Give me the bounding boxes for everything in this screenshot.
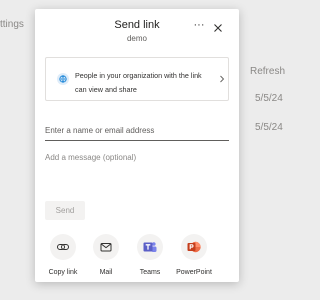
dialog-title: Send link [114, 19, 160, 31]
send-link-dialog: Send link demo ··· People in your organi… [35, 9, 239, 282]
link-icon [50, 234, 76, 260]
mail-label: Mail [99, 269, 113, 276]
mail-icon [93, 234, 119, 260]
refresh-date-cell: 5/5/24 [255, 93, 283, 104]
powerpoint-icon [181, 234, 207, 260]
globe-icon [57, 73, 69, 85]
chevron-right-icon [220, 75, 225, 83]
teams-label: Teams [139, 269, 161, 276]
send-button[interactable]: Send [45, 201, 85, 220]
link-permission-text: People in your organization with the lin… [75, 71, 202, 94]
dialog-subtitle: demo [126, 34, 147, 43]
close-icon [214, 24, 222, 32]
more-icon: ··· [193, 19, 205, 31]
powerpoint-option[interactable]: PowerPoint [169, 234, 219, 280]
message-input[interactable] [45, 153, 229, 193]
link-permission-selector[interactable]: People in your organization with the lin… [45, 57, 229, 101]
recipient-input[interactable] [45, 120, 229, 141]
refresh-column-header: Refresh [250, 66, 286, 77]
teams-option[interactable]: Teams [125, 234, 175, 280]
refresh-date-cell: 5/5/24 [255, 122, 283, 133]
powerpoint-label: PowerPoint [176, 269, 212, 276]
teams-icon [137, 234, 163, 260]
close-button[interactable] [212, 21, 224, 33]
settings-tab-partial[interactable]: ttings [0, 19, 24, 30]
mail-option[interactable]: Mail [81, 234, 131, 280]
more-options-button[interactable]: ··· [192, 20, 206, 32]
